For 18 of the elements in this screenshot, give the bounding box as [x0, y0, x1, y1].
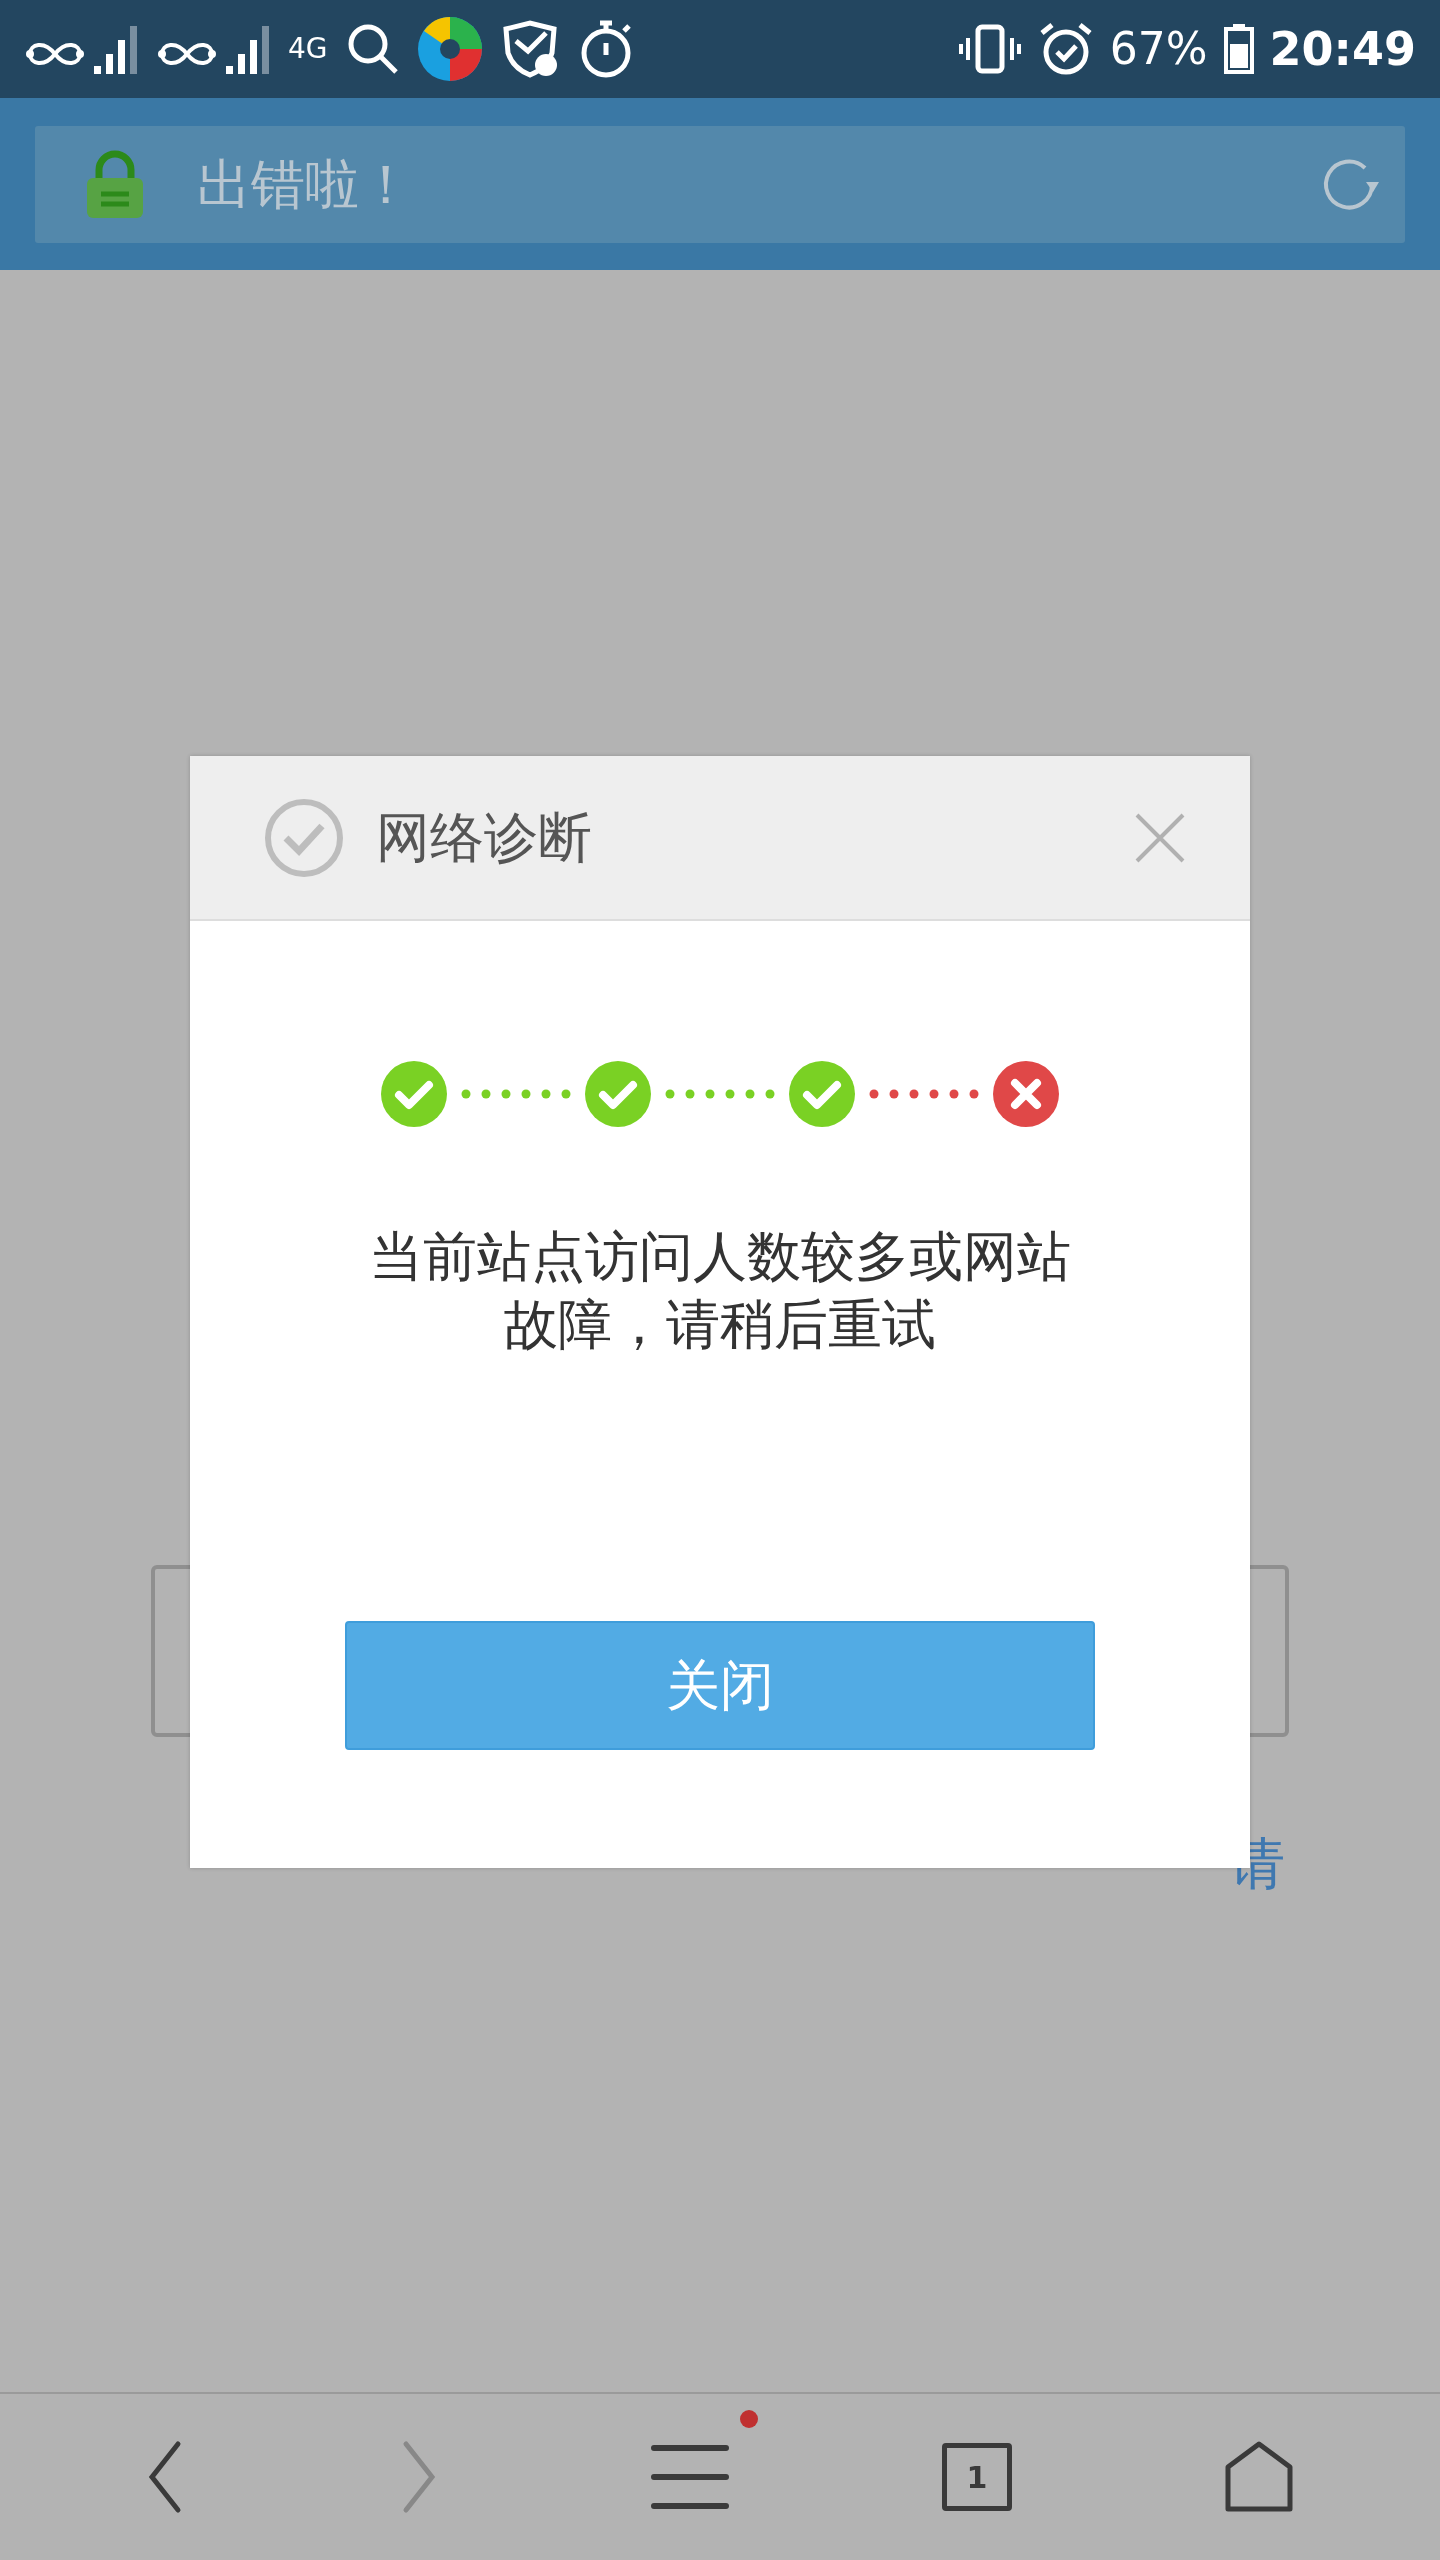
clock: 20:49	[1269, 26, 1416, 72]
dialog-title: 网络诊断	[376, 805, 592, 871]
close-button[interactable]: 关闭	[345, 1621, 1095, 1750]
check-circle-icon	[264, 797, 344, 878]
page-title: 出错啦！	[197, 152, 413, 218]
home-icon[interactable]	[1224, 2441, 1294, 2513]
vibrate-icon	[957, 24, 1022, 74]
address-field[interactable]: 出错啦！	[35, 126, 1405, 243]
lock-icon	[85, 149, 145, 220]
signal-icon	[226, 24, 270, 74]
signal-icon	[94, 24, 138, 74]
menu-icon[interactable]	[650, 2444, 730, 2510]
network-type: 4G	[288, 35, 328, 63]
app-logo-icon	[417, 17, 482, 81]
battery-percent: 67%	[1109, 27, 1208, 71]
error-message: 当前站点访问人数较多或网站故障，请稍后重试	[368, 1224, 1072, 1358]
battery-icon	[1223, 24, 1254, 74]
tabs-button[interactable]: 1	[942, 2443, 1012, 2511]
